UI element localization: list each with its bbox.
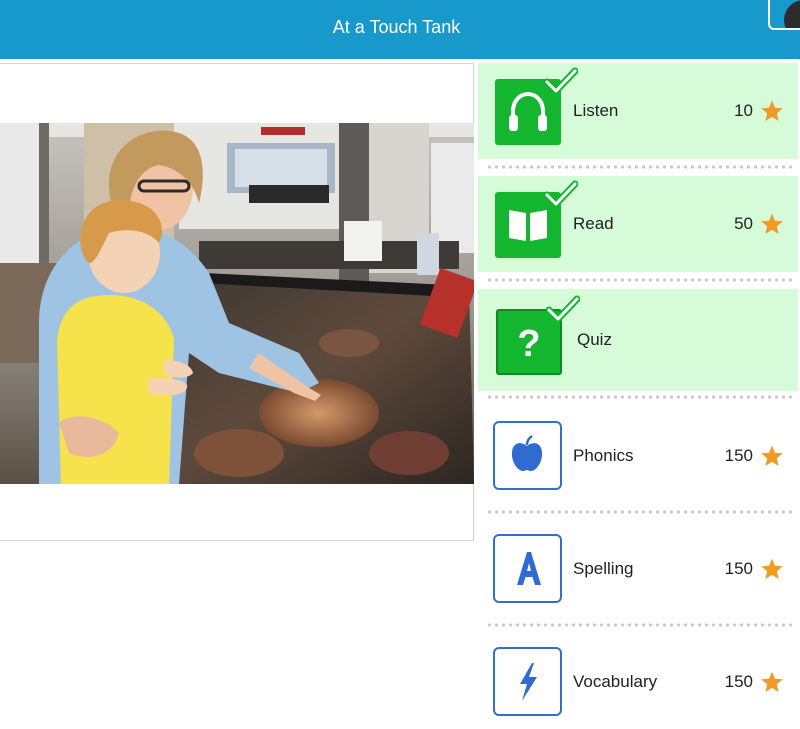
check-icon: [544, 180, 578, 208]
phonics-tile: [493, 421, 562, 490]
star-icon: [761, 558, 783, 579]
activity-points: 150: [724, 446, 753, 465]
activity-points: 50: [734, 214, 753, 233]
activity-label: Phonics: [573, 446, 634, 465]
close-button[interactable]: [768, 0, 800, 30]
spelling-tile: [493, 534, 562, 603]
check-icon: [546, 295, 580, 323]
divider: [486, 395, 792, 399]
svg-text:?: ?: [517, 323, 540, 365]
activity-quiz[interactable]: ? Quiz: [478, 289, 798, 391]
activity-label: Read: [573, 214, 614, 233]
activity-points: 10: [734, 101, 753, 120]
story-photo-card: [0, 63, 474, 541]
divider: [486, 623, 792, 627]
check-icon: [544, 67, 578, 95]
divider: [486, 510, 792, 514]
activity-vocabulary[interactable]: Vocabulary 150: [478, 633, 798, 729]
activity-label: Listen: [573, 101, 619, 120]
activity-label: Vocabulary: [573, 672, 658, 691]
star-icon: [761, 213, 783, 234]
star-icon: [761, 445, 783, 466]
activity-read[interactable]: Read 50: [478, 176, 798, 272]
star-icon: [761, 100, 783, 121]
activity-label: Spelling: [573, 559, 634, 578]
activity-label: Quiz: [577, 330, 612, 349]
app-header: At a Touch Tank: [0, 0, 800, 59]
divider: [486, 165, 792, 169]
activity-phonics[interactable]: Phonics 150: [478, 406, 798, 506]
story-photo: [0, 123, 474, 484]
divider: [486, 278, 792, 282]
activity-spelling[interactable]: Spelling 150: [478, 520, 798, 620]
close-icon: [784, 0, 800, 28]
lightning-icon: [520, 663, 537, 701]
letter-a-icon: [517, 552, 541, 585]
vocabulary-tile: [493, 647, 562, 716]
apple-icon: [511, 435, 543, 471]
page-title: At a Touch Tank: [332, 17, 461, 37]
activity-points: 150: [724, 559, 753, 578]
star-icon: [761, 671, 783, 692]
activity-points: 150: [724, 672, 753, 691]
activity-listen[interactable]: Listen 10: [478, 63, 798, 159]
